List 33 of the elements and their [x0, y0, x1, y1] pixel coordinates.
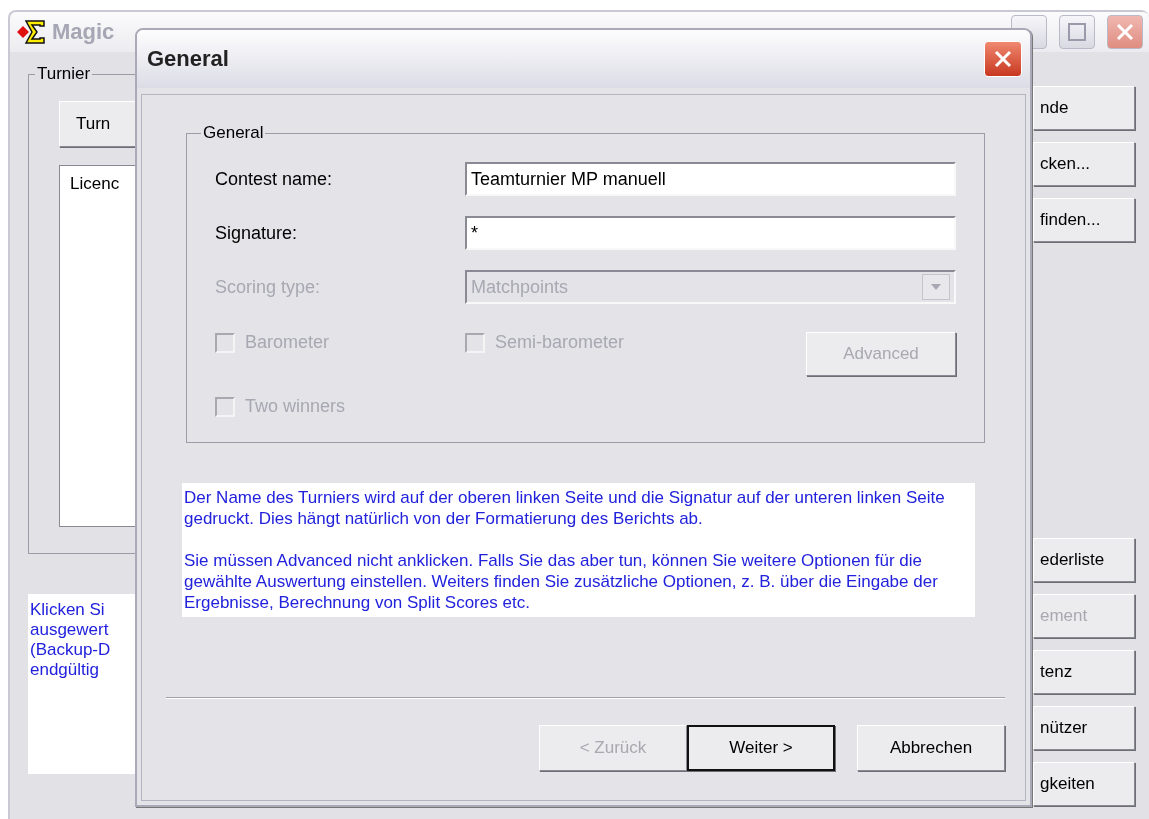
- caret-icon: [930, 283, 942, 291]
- close-icon: [993, 49, 1013, 69]
- help-text: Der Name des Turniers wird auf der oberen linken Seite und die Signatur auf der unteren linken Seite gedruckt. Dies hängt natürlich von der Formatierung des Berichts ab.: [184, 487, 946, 529]
- maximize-button[interactable]: [1059, 15, 1095, 49]
- side-button[interactable]: ederliste: [1033, 538, 1135, 582]
- field-label: Signature:: [215, 222, 299, 244]
- list-item[interactable]: Licenc: [70, 174, 120, 193]
- checkbox-label: Semi-barometer: [495, 332, 625, 353]
- dialog-button[interactable]: Weiter >: [687, 725, 835, 771]
- info-text: ausgewert: [30, 620, 109, 640]
- dialog-title: General: [147, 46, 230, 72]
- app-logo-icon: [16, 18, 46, 46]
- close-button[interactable]: [1107, 15, 1143, 49]
- side-button[interactable]: nde: [1033, 86, 1135, 130]
- maximize-icon: [1068, 23, 1086, 41]
- window-title: Magic: [52, 19, 115, 45]
- side-button[interactable]: tenz: [1033, 650, 1135, 694]
- field-label: Contest name:: [215, 168, 334, 190]
- info-text: (Backup-D: [30, 640, 111, 660]
- checkbox-label: Two winners: [245, 396, 346, 417]
- close-icon: [1115, 22, 1135, 42]
- side-button[interactable]: nützer: [1033, 706, 1135, 750]
- side-button[interactable]: gkeiten: [1033, 762, 1135, 806]
- input-field[interactable]: Teamturnier MP manuell: [465, 162, 956, 196]
- input-field[interactable]: *: [465, 216, 956, 250]
- field-label: Scoring type:: [215, 276, 322, 298]
- info-text: endgültig: [30, 660, 99, 680]
- info-text: Klicken Si: [30, 600, 105, 620]
- side-button[interactable]: finden...: [1033, 198, 1135, 242]
- side-button[interactable]: cken...: [1033, 142, 1135, 186]
- checkbox-label: Barometer: [245, 332, 330, 353]
- dialog-button[interactable]: Abbrechen: [857, 725, 1005, 771]
- help-text: Sie müssen Advanced nicht anklicken. Falls Sie das aber tun, können Sie weitere Optionen für die gewählte Auswertung einstellen. Weiters finden Sie zusätzliche Optionen, z. B. über die Eingabe der Ergebnisse, Berechnung von Split Scores etc.: [184, 550, 939, 613]
